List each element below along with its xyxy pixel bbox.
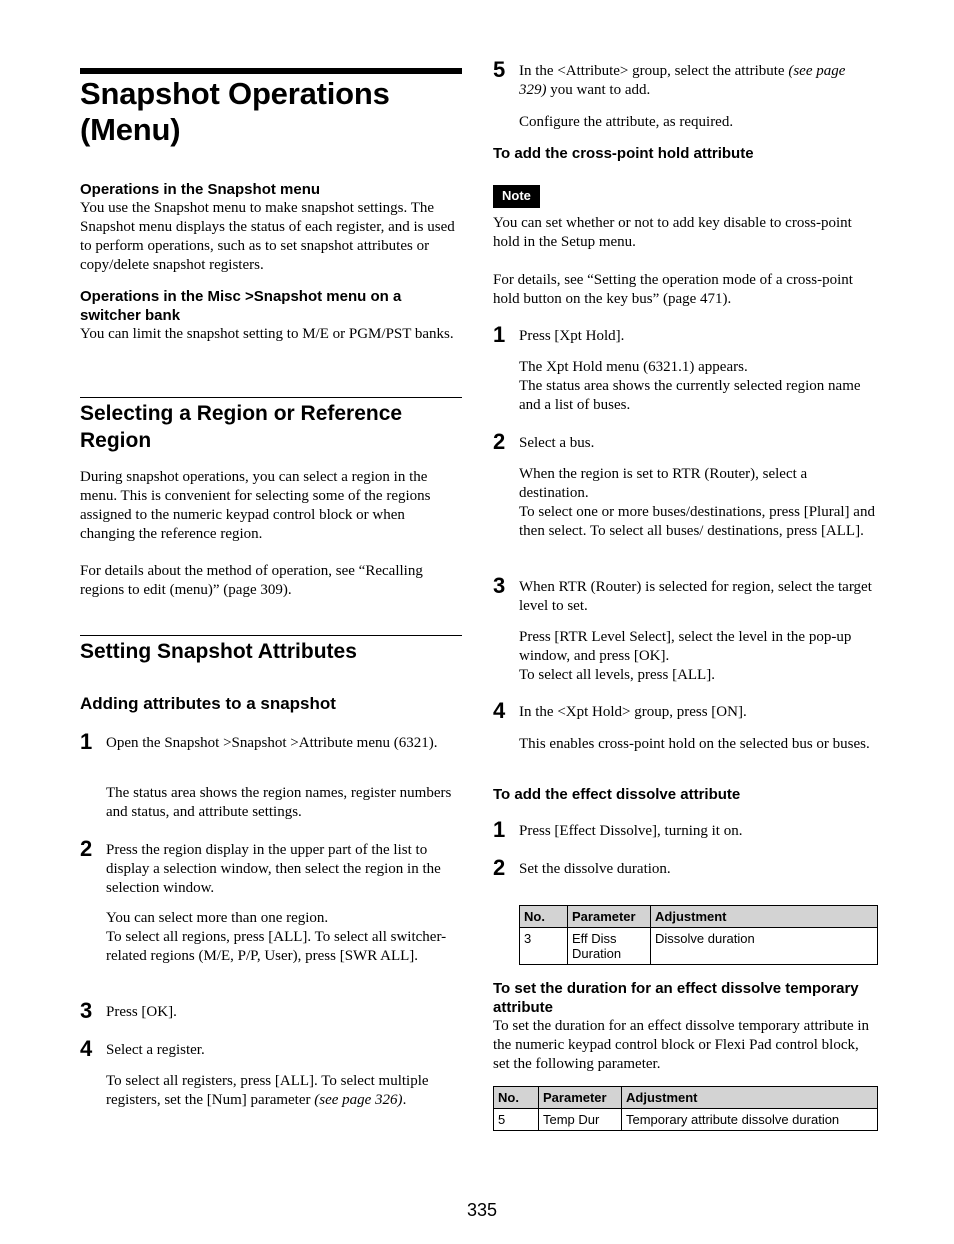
effect-dissolve-table: No. Parameter Adjustment 3 Eff Diss Dura… [519, 905, 878, 965]
step-number: 5 [493, 57, 506, 82]
ops-snapshot-heading: Operations in the Snapshot menu [80, 181, 321, 198]
section-rule [80, 635, 462, 636]
step-detail: The Xpt Hold menu (6321.1) appears. The … [519, 359, 861, 413]
step-text: Set the dissolve duration. [519, 861, 671, 877]
step-number: 3 [80, 998, 93, 1023]
effect-dissolve-heading: To add the effect dissolve attribute [493, 786, 741, 803]
ops-misc-heading: Operations in the Misc >Snapshot menu on… [80, 288, 402, 324]
header-no: No. [493, 1086, 539, 1109]
step-text: Press [Xpt Hold]. [519, 328, 625, 344]
selecting-region-body: During snapshot operations, you can sele… [80, 469, 431, 542]
table-header-row: No. Parameter Adjustment [493, 1086, 878, 1109]
ops-misc-body: You can limit the snapshot setting to M/… [80, 326, 454, 342]
step-text: Press the region display in the upper pa… [106, 842, 441, 896]
step-number: 1 [493, 817, 506, 842]
step-text: Press [OK]. [106, 1004, 177, 1020]
header-parameter: Parameter [538, 1086, 622, 1109]
note-badge: Note [493, 185, 540, 208]
step-number: 3 [493, 573, 506, 598]
step-text-end: you want to add. [546, 82, 651, 98]
step-text: Press [Effect Dissolve], turning it on. [519, 823, 743, 839]
adding-attributes-subheading: Adding attributes to a snapshot [80, 694, 336, 713]
step-text-start: In the <Attribute> group, select the att… [519, 63, 789, 79]
step-number: 1 [493, 322, 506, 347]
cell-adjustment: Temporary attribute dissolve duration [621, 1108, 878, 1131]
step-number: 2 [493, 429, 506, 454]
cell-parameter: Eff Diss Duration [567, 927, 651, 965]
header-parameter: Parameter [567, 905, 651, 928]
section-rule [80, 397, 462, 398]
xpt-hold-reference: For details, see “Setting the operation … [493, 272, 853, 307]
page-title: Snapshot Operations (Menu) [80, 76, 390, 147]
selecting-region-reference: For details about the method of operatio… [80, 563, 423, 598]
setting-attributes-heading: Setting Snapshot Attributes [80, 640, 357, 663]
selecting-region-heading: Selecting a Region or Reference Region [80, 402, 403, 452]
step-detail: To select all registers, press [ALL]. To… [106, 1072, 464, 1110]
cell-no: 5 [493, 1108, 539, 1131]
header-no: No. [519, 905, 568, 928]
table-row: 5 Temp Dur Temporary attribute dissolve … [493, 1108, 878, 1131]
step-detail: The status area shows the region names, … [106, 785, 452, 820]
cell-no: 3 [519, 927, 568, 965]
cell-parameter: Temp Dur [538, 1108, 622, 1131]
title-rule [80, 68, 462, 74]
xpt-hold-heading: To add the cross-point hold attribute [493, 145, 754, 162]
step-detail: When the region is set to RTR (Router), … [519, 466, 875, 539]
step-detail-end: . [402, 1092, 407, 1108]
step-text: In the <Xpt Hold> group, press [ON]. [519, 704, 747, 720]
cell-adjustment: Dissolve duration [650, 927, 878, 965]
step-number: 2 [493, 855, 506, 880]
header-adjustment: Adjustment [621, 1086, 878, 1109]
step-detail: You can select more than one region. To … [106, 910, 447, 964]
temp-duration-body: To set the duration for an effect dissol… [493, 1018, 870, 1072]
step-text: Select a register. [106, 1042, 205, 1058]
page-number: 335 [466, 1200, 498, 1220]
step-detail: Configure the attribute, as required. [519, 114, 734, 130]
table-header-row: No. Parameter Adjustment [519, 905, 878, 928]
step-detail: This enables cross-point hold on the sel… [519, 736, 870, 752]
table-row: 3 Eff Diss Duration Dissolve duration [519, 927, 878, 965]
page-reference-link[interactable]: (see page 326) [314, 1092, 402, 1108]
step-text: Select a bus. [519, 435, 595, 451]
step-number: 4 [80, 1036, 93, 1061]
header-adjustment: Adjustment [650, 905, 878, 928]
note-text: You can set whether or not to add key di… [493, 215, 852, 250]
step-text: Open the Snapshot >Snapshot >Attribute m… [106, 735, 438, 751]
step-number: 2 [80, 836, 93, 861]
step-number: 1 [80, 729, 93, 754]
step-text: When RTR (Router) is selected for region… [519, 579, 872, 614]
temp-duration-heading: To set the duration for an effect dissol… [493, 980, 859, 1016]
step-text: In the <Attribute> group, select the att… [519, 62, 869, 100]
step-detail: Press [RTR Level Select], select the lev… [519, 629, 852, 683]
ops-snapshot-body: You use the Snapshot menu to make snapsh… [80, 200, 455, 273]
temp-duration-table: No. Parameter Adjustment 5 Temp Dur Temp… [493, 1086, 878, 1131]
step-number: 4 [493, 698, 506, 723]
